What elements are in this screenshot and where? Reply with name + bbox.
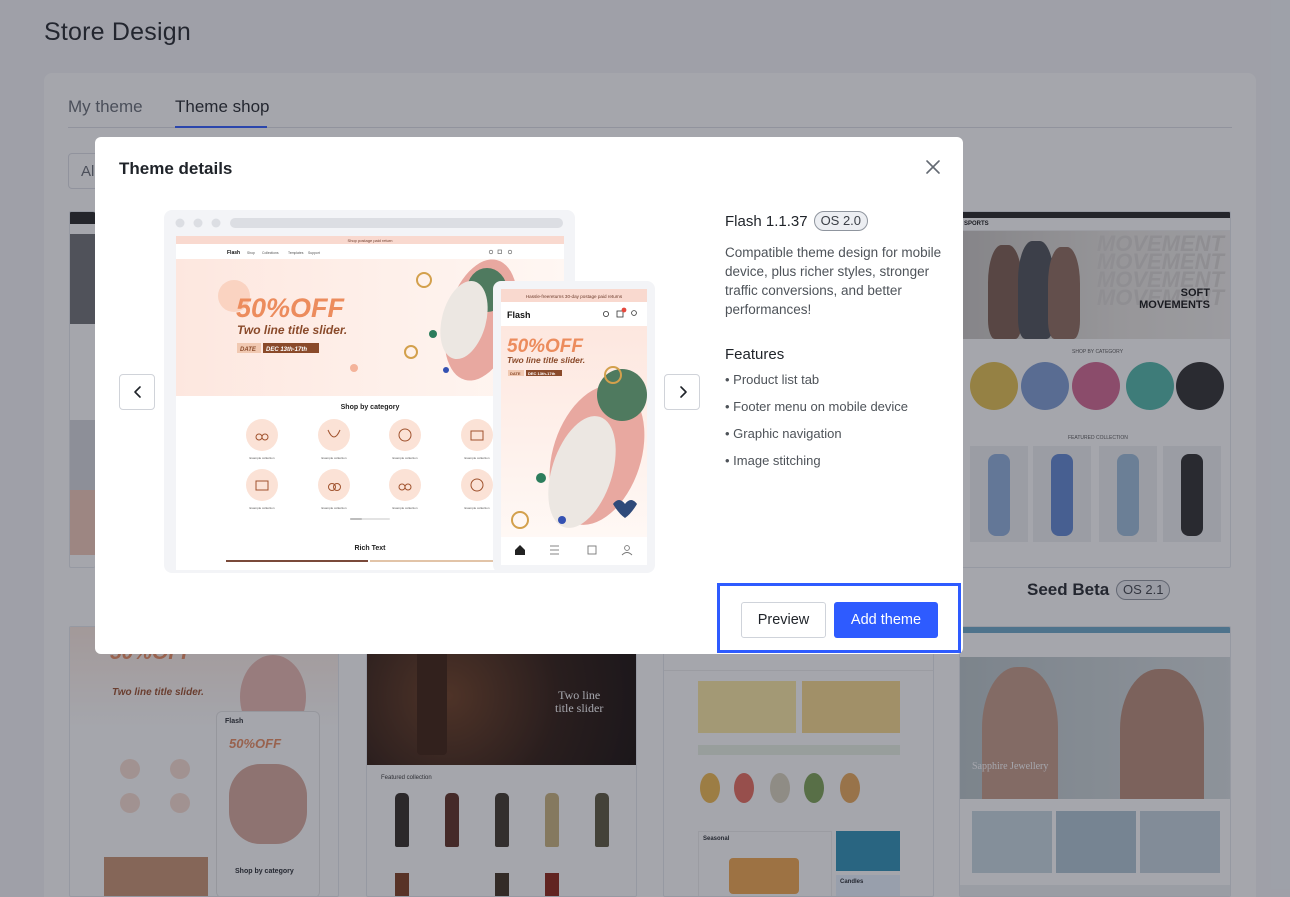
desktop-subtitle: Two line title slider.	[237, 323, 347, 337]
category-caption: Example collection	[321, 456, 346, 460]
feature-item: • Graphic navigation	[725, 426, 842, 441]
previous-image-button[interactable]	[119, 374, 155, 410]
desktop-date-label: DATE	[240, 347, 257, 353]
window-dot-icon	[193, 218, 203, 228]
preview-button[interactable]: Preview	[741, 602, 826, 638]
dialog-title: Theme details	[119, 159, 233, 178]
feature-item: • Product list tab	[725, 372, 820, 387]
desktop-logo: Flash	[227, 250, 240, 256]
desktop-announcement: Shop postage paid return	[348, 238, 393, 243]
category-circle	[246, 469, 278, 501]
desktop-nav-item: Support	[308, 251, 320, 255]
category-circle	[389, 419, 421, 451]
close-button[interactable]	[921, 155, 945, 179]
feature-item: • Image stitching	[725, 453, 821, 468]
category-caption: Example collection	[321, 506, 346, 510]
category-caption: Example collection	[392, 506, 417, 510]
category-circle	[461, 419, 493, 451]
category-caption: Example collection	[249, 506, 274, 510]
category-caption: Example collection	[464, 456, 489, 460]
cart-badge	[621, 307, 627, 313]
category-circle	[461, 469, 493, 501]
category-caption: Example collection	[464, 506, 489, 510]
desktop-promo: 50%OFF	[236, 293, 346, 323]
category-caption: Example collection	[249, 456, 274, 460]
features-list: • Product list tab • Footer menu on mobi…	[725, 372, 945, 480]
feature-item: • Footer menu on mobile device	[725, 399, 909, 414]
category-circle	[246, 419, 278, 451]
theme-name: Flash 1.1.37	[725, 212, 808, 230]
theme-name-row: Flash 1.1.37 OS 2.0	[725, 211, 945, 231]
theme-description: Compatible theme design for mobile devic…	[725, 245, 942, 317]
desktop-nav-item: Templates	[288, 251, 304, 255]
mobile-logo: Flash	[507, 310, 531, 320]
mobile-subtitle: Two line title slider.	[507, 355, 585, 365]
next-image-button[interactable]	[664, 374, 700, 410]
theme-preview-image: Shop postage paid return Flash Shop Coll…	[164, 210, 655, 573]
os-version-badge: OS 2.0	[813, 211, 869, 231]
window-dot-icon	[211, 218, 221, 228]
window-dot-icon	[175, 218, 185, 228]
desktop-shop-by-category: Shop by category	[341, 404, 400, 411]
mobile-promo: 50%OFF	[507, 336, 584, 357]
chevron-left-icon	[134, 386, 141, 398]
theme-info: Flash 1.1.37 OS 2.0 Compatible theme des…	[725, 211, 945, 480]
mobile-date-label: DATE	[510, 371, 521, 376]
mobile-date-value: DEC 13th-17th	[528, 371, 556, 376]
mobile-announcement: Hassle-freereturns 30-day postage paid r…	[526, 294, 623, 299]
category-caption: Example collection	[392, 456, 417, 460]
desktop-date-value: DEC 13th-17th	[266, 347, 307, 353]
close-icon	[926, 160, 940, 174]
add-theme-button[interactable]: Add theme	[834, 602, 938, 638]
desktop-rich-text: Rich Text	[355, 545, 387, 552]
desktop-nav-item: Collections	[262, 251, 279, 255]
category-circle	[318, 419, 350, 451]
category-circle	[389, 469, 421, 501]
chevron-right-icon	[680, 386, 687, 398]
theme-details-dialog: Theme details Shop postage paid return F…	[95, 137, 963, 654]
features-heading: Features	[725, 346, 785, 363]
desktop-nav-item: Shop	[247, 251, 255, 255]
